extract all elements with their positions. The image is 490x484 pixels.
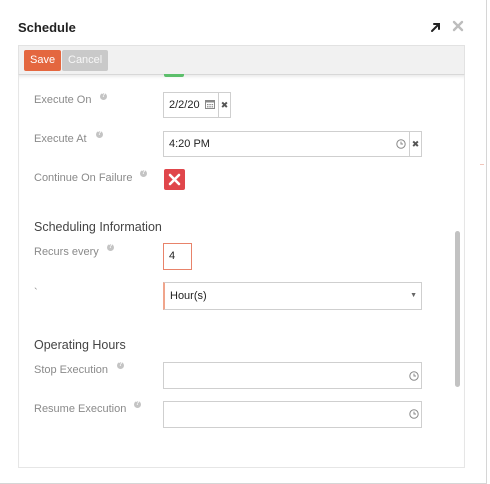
help-icon[interactable]: ? xyxy=(117,362,124,369)
partial-toggle-indicator xyxy=(164,74,184,77)
help-icon[interactable]: ? xyxy=(96,131,103,138)
resume-execution-input[interactable] xyxy=(163,401,422,428)
close-icon[interactable] xyxy=(451,19,465,33)
help-icon[interactable]: ? xyxy=(100,93,107,100)
execute-on-label: Execute On xyxy=(34,94,92,106)
panel-scrollbar[interactable] xyxy=(455,231,460,387)
continue-on-failure-label: Continue On Failure xyxy=(34,172,133,184)
help-icon[interactable]: ? xyxy=(134,401,141,408)
scheduling-section-title: Scheduling Information xyxy=(34,220,162,234)
schedule-dialog: Schedule Save Cancel Execute On ? 2/2/20… xyxy=(0,0,487,484)
save-button[interactable]: Save xyxy=(24,50,62,71)
dropdown-arrow-icon: ▼ xyxy=(410,292,417,299)
clear-date-button[interactable]: ✖ xyxy=(218,92,231,118)
edge-decoration xyxy=(480,164,484,165)
clock-icon[interactable] xyxy=(409,409,419,419)
dialog-title: Schedule xyxy=(18,20,76,35)
operating-hours-section-title: Operating Hours xyxy=(34,338,126,352)
recurs-every-input[interactable]: 4 xyxy=(163,243,192,270)
calendar-icon[interactable] xyxy=(205,99,215,109)
stop-execution-input[interactable] xyxy=(163,362,422,389)
execute-at-time-input[interactable]: 4:20 PM xyxy=(163,131,409,157)
recurrence-unit-select[interactable]: Hour(s) ▼ xyxy=(163,282,422,310)
help-icon[interactable]: ? xyxy=(140,170,147,177)
clear-time-button[interactable]: ✖ xyxy=(409,131,422,157)
recurs-every-label: Recurs every xyxy=(34,246,99,258)
clock-icon[interactable] xyxy=(396,139,406,149)
help-icon[interactable]: ? xyxy=(107,244,114,251)
x-mark-icon xyxy=(168,173,181,186)
dialog-toolbar: Save Cancel xyxy=(18,45,465,74)
unit-label: ` xyxy=(34,287,38,299)
stop-execution-label: Stop Execution xyxy=(34,364,108,376)
clock-icon[interactable] xyxy=(409,371,419,381)
cancel-button[interactable]: Cancel xyxy=(62,50,109,71)
execute-at-label: Execute At xyxy=(34,133,87,145)
continue-on-failure-checkbox[interactable] xyxy=(164,169,185,190)
expand-arrow-icon[interactable] xyxy=(429,20,443,34)
resume-execution-label: Resume Execution xyxy=(34,403,127,415)
select-value: Hour(s) xyxy=(170,290,207,302)
